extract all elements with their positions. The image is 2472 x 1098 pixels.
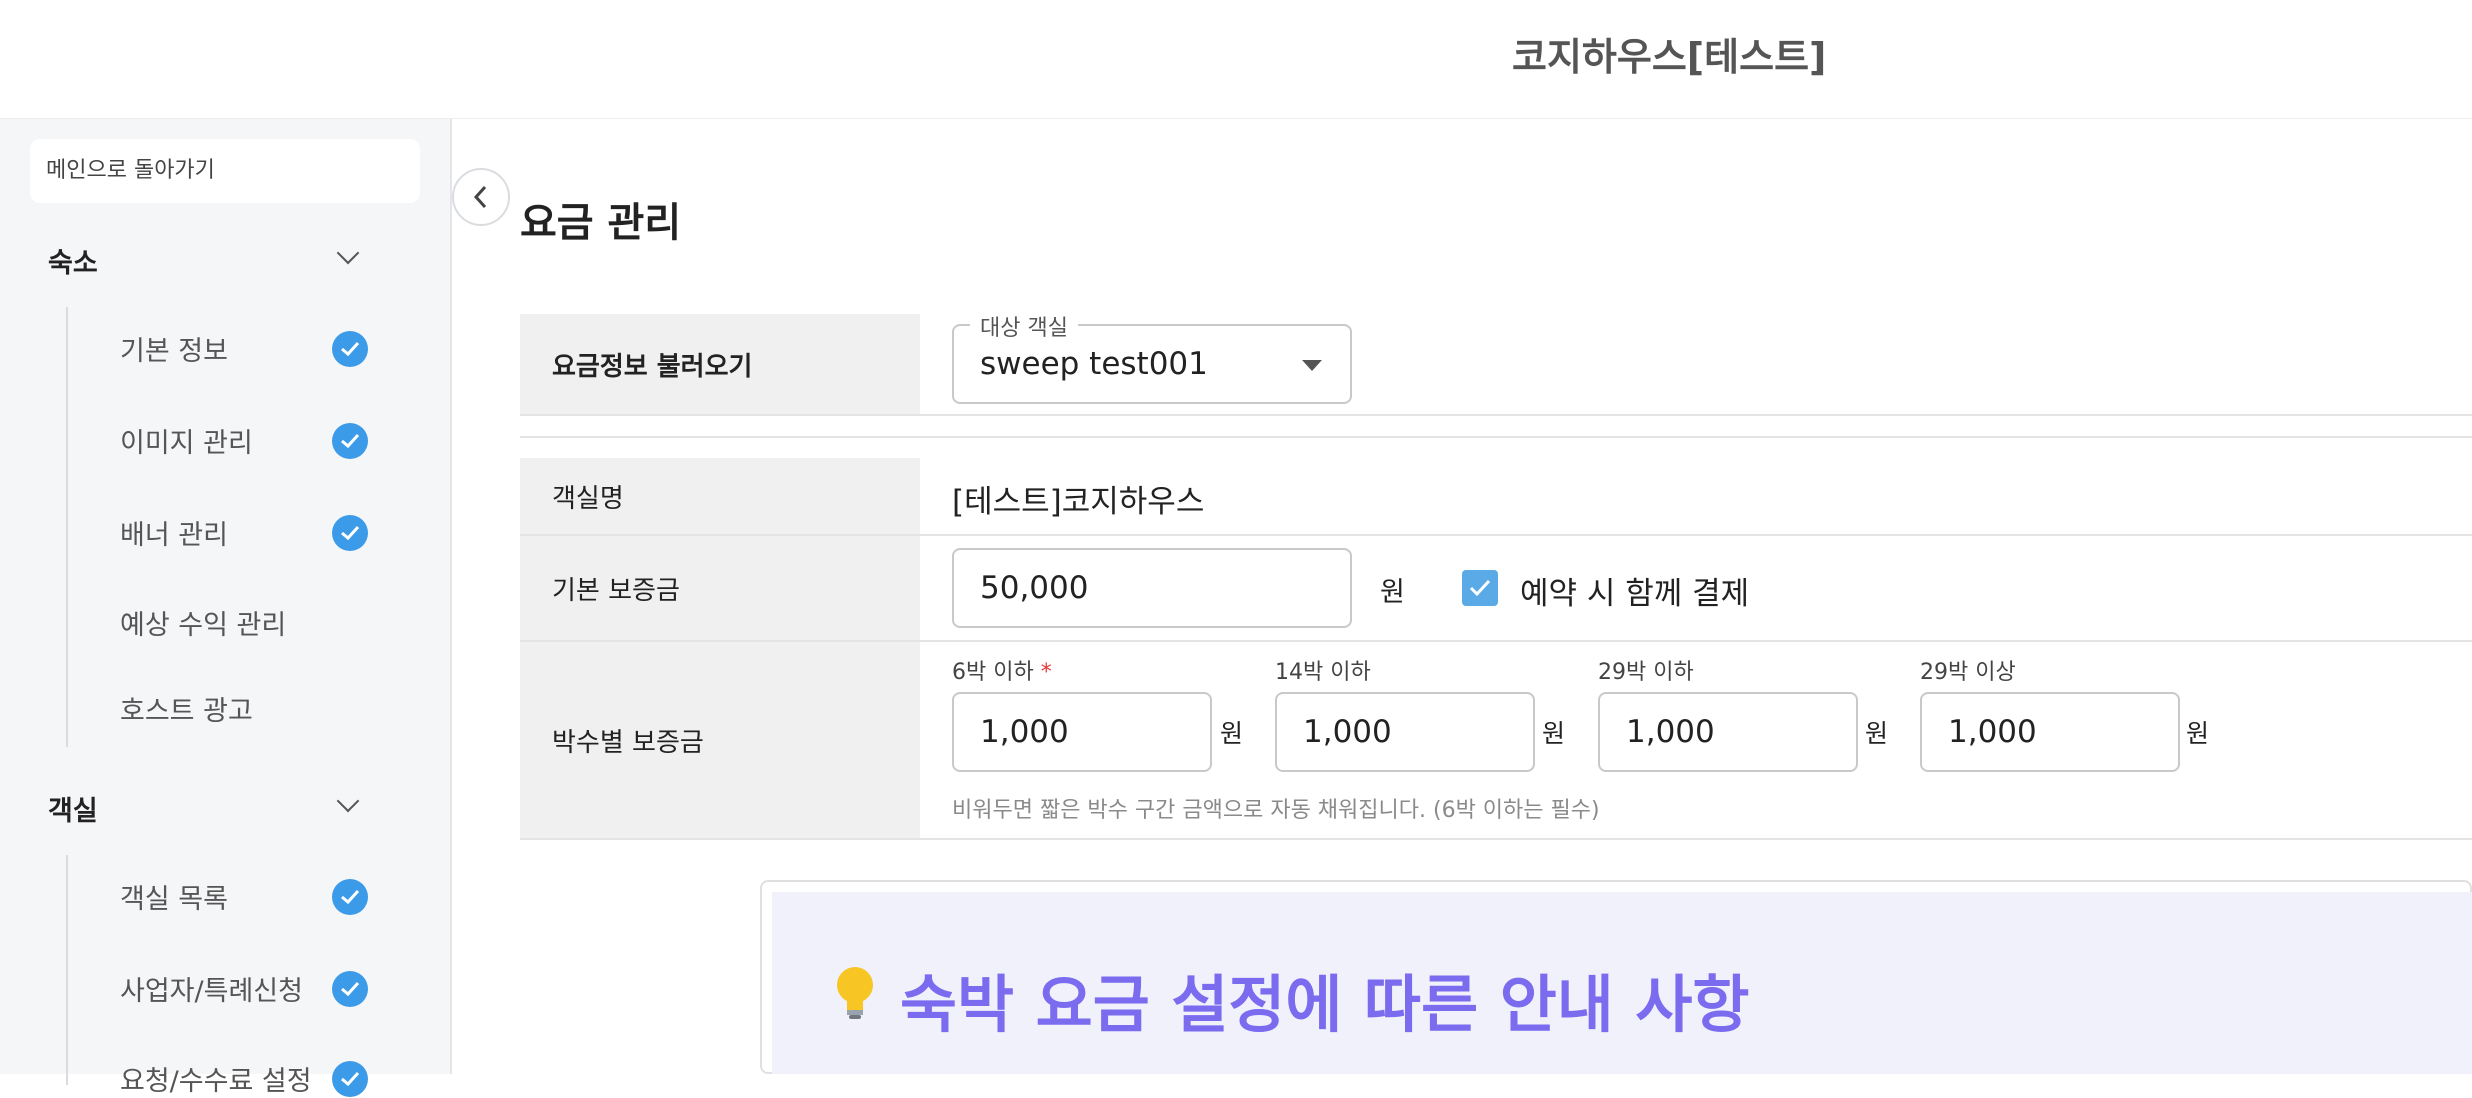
load-rates-label-cell: 요금정보 불러오기 [520, 314, 920, 414]
base-deposit-label-cell: 기본 보증금 [520, 536, 920, 640]
night-6-input[interactable]: 1,000 [952, 692, 1212, 772]
base-deposit-unit: 원 [1380, 577, 1405, 608]
check-icon [1469, 579, 1491, 597]
night-29-value: 1,000 [1626, 714, 1715, 750]
chevron-left-icon [473, 185, 487, 209]
back-to-main-button[interactable]: 메인으로 돌아가기 [30, 139, 420, 203]
night-29plus-value: 1,000 [1948, 714, 2037, 750]
sidebar-section-lodging[interactable]: 숙소 [48, 241, 98, 280]
night-field-label-6: 6박 이하 * [952, 660, 1052, 685]
base-deposit-input[interactable]: 50,000 [952, 548, 1352, 628]
collapse-sidebar-button[interactable] [452, 168, 510, 226]
sidebar-item-room-list[interactable]: 객실 목록 [120, 877, 228, 916]
page-title: 요금 관리 [520, 200, 682, 246]
night-field-label-29: 29박 이하 [1598, 660, 1694, 685]
night-29-input[interactable]: 1,000 [1598, 692, 1858, 772]
pay-together-label[interactable]: 예약 시 함께 결제 [1520, 568, 1749, 613]
night-field-label-14: 14박 이하 [1275, 660, 1371, 685]
base-deposit-label: 기본 보증금 [552, 575, 680, 606]
night-deposit-label: 박수별 보증금 [552, 727, 704, 758]
load-rates-label: 요금정보 불러오기 [552, 351, 753, 382]
night-14-input[interactable]: 1,000 [1275, 692, 1535, 772]
room-name-value: [테스트]코지하우스 [952, 484, 1205, 520]
sidebar-item-basic-info[interactable]: 기본 정보 [120, 329, 228, 368]
target-room-label: 대상 객실 [970, 310, 1078, 342]
base-deposit-value: 50,000 [980, 570, 1089, 606]
night-6-unit: 원 [1220, 719, 1244, 748]
row-divider [520, 838, 2472, 840]
chevron-down-icon[interactable] [336, 789, 360, 813]
sidebar-item-expected-revenue[interactable]: 예상 수익 관리 [120, 603, 286, 642]
check-circle-icon [332, 515, 368, 551]
caret-down-icon[interactable] [1302, 360, 1322, 371]
section-divider [66, 307, 68, 747]
chevron-down-icon[interactable] [336, 241, 360, 265]
sidebar: 메인으로 돌아가기 숙소 기본 정보 이미지 관리 배너 관리 예상 수익 관리… [0, 119, 452, 1097]
room-name-label: 객실명 [552, 483, 624, 514]
sidebar-item-host-ads[interactable]: 호스트 광고 [120, 689, 253, 728]
row-divider [520, 414, 2472, 416]
room-name-label-cell: 객실명 [520, 458, 920, 534]
top-bar: 코지하우스[테스트] [0, 0, 2472, 119]
night-29-unit: 원 [1865, 719, 1889, 748]
night-6-value: 1,000 [980, 714, 1069, 750]
section-divider [66, 855, 68, 1085]
sidebar-item-business-exception[interactable]: 사업자/특례신청 [120, 969, 303, 1008]
notice-title: 숙박 요금 설정에 따른 안내 사항 [900, 968, 1750, 1041]
required-asterisk: * [1040, 660, 1052, 685]
lightbulb-icon [830, 964, 880, 1024]
check-circle-icon [332, 331, 368, 367]
pay-together-checkbox[interactable] [1462, 570, 1498, 606]
app-title: 코지하우스[테스트] [1512, 35, 1827, 79]
night-deposit-label-cell: 박수별 보증금 [520, 642, 920, 838]
sidebar-section-rooms[interactable]: 객실 [48, 789, 98, 828]
check-circle-icon [332, 423, 368, 459]
night-14-unit: 원 [1542, 719, 1566, 748]
night-deposit-help: 비워두면 짧은 박수 구간 금액으로 자동 채워집니다. (6박 이하는 필수) [952, 798, 1600, 823]
section-divider-line [520, 436, 2472, 438]
check-circle-icon [332, 971, 368, 1007]
night-14-value: 1,000 [1303, 714, 1392, 750]
night-29plus-unit: 원 [2186, 719, 2210, 748]
sidebar-item-image-management[interactable]: 이미지 관리 [120, 421, 253, 460]
check-circle-icon [332, 1061, 368, 1097]
target-room-value: sweep test001 [980, 346, 1208, 382]
check-circle-icon [332, 879, 368, 915]
sidebar-item-fee-settings[interactable]: 요청/수수료 설정 [120, 1059, 312, 1098]
night-29plus-input[interactable]: 1,000 [1920, 692, 2180, 772]
sidebar-item-banner-management[interactable]: 배너 관리 [120, 513, 228, 552]
night-field-label-29plus: 29박 이상 [1920, 660, 2016, 685]
